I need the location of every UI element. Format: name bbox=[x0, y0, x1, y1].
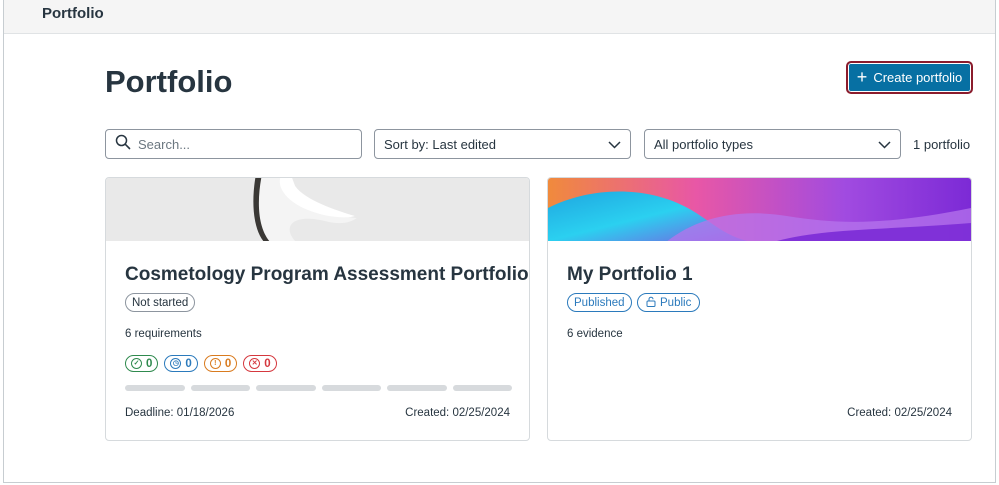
attention-count-chip: ! 0 bbox=[203, 355, 238, 372]
progress-segment bbox=[190, 385, 250, 391]
progress-bar bbox=[125, 385, 512, 391]
chevron-down-icon bbox=[608, 137, 621, 152]
complete-count: 0 bbox=[146, 357, 153, 370]
lock-open-icon bbox=[646, 296, 656, 310]
x-circle-icon: ✕ bbox=[249, 358, 261, 369]
complete-count-chip: ✓ 0 bbox=[125, 355, 159, 372]
created-date: Created: 02/25/2024 bbox=[847, 407, 952, 419]
search-input[interactable] bbox=[138, 136, 338, 152]
status-badge: Not started bbox=[125, 293, 196, 312]
card-title[interactable]: My Portfolio 1 bbox=[567, 264, 693, 286]
status-badge-label: Not started bbox=[132, 296, 189, 309]
progress-segment bbox=[387, 385, 447, 391]
requirements-count: 6 requirements bbox=[125, 328, 202, 340]
chevron-down-icon bbox=[878, 137, 891, 152]
search-box[interactable] bbox=[105, 129, 362, 159]
deadline-text: Deadline: 01/18/2026 bbox=[125, 407, 235, 419]
pending-count-chip: ◷ 0 bbox=[164, 355, 198, 372]
app-frame: Portfolio Portfolio + Create portfolio S… bbox=[3, 0, 996, 483]
card-banner-image bbox=[106, 178, 529, 241]
plus-icon: + bbox=[856, 66, 868, 87]
visibility-label: Public bbox=[660, 296, 692, 309]
progress-segment bbox=[321, 385, 381, 391]
created-date: Created: 02/25/2024 bbox=[405, 407, 510, 419]
evidence-count: 6 evidence bbox=[567, 328, 623, 340]
pending-count: 0 bbox=[185, 357, 192, 370]
status-badge-label: Published bbox=[574, 296, 625, 309]
rejected-count-chip: ✕ 0 bbox=[243, 355, 277, 372]
status-badge: Published bbox=[567, 293, 632, 312]
progress-segment bbox=[125, 385, 185, 391]
portfolio-card[interactable]: Cosmetology Program Assessment Portfolio… bbox=[105, 177, 530, 441]
rejected-count: 0 bbox=[264, 357, 271, 370]
requirement-status-row: ✓ 0 ◷ 0 ! 0 ✕ 0 bbox=[125, 355, 277, 372]
clock-icon: ◷ bbox=[170, 358, 182, 369]
card-banner-image bbox=[548, 178, 971, 241]
sort-select-value: Sort by: Last edited bbox=[384, 136, 497, 152]
check-circle-icon: ✓ bbox=[131, 358, 142, 369]
sort-select[interactable]: Sort by: Last edited bbox=[374, 129, 631, 159]
visibility-badge: Public bbox=[637, 293, 701, 312]
progress-segment bbox=[256, 385, 316, 391]
create-portfolio-label: Create portfolio bbox=[873, 70, 963, 85]
top-bar: Portfolio bbox=[4, 0, 995, 34]
portfolio-type-select[interactable]: All portfolio types bbox=[644, 129, 901, 159]
create-portfolio-button[interactable]: + Create portfolio bbox=[846, 61, 973, 94]
portfolio-count: 1 portfolio bbox=[913, 137, 971, 152]
type-select-value: All portfolio types bbox=[654, 136, 753, 152]
search-icon bbox=[115, 134, 131, 155]
attention-count: 0 bbox=[224, 357, 232, 370]
card-title[interactable]: Cosmetology Program Assessment Portfolio bbox=[125, 264, 529, 286]
warning-icon: ! bbox=[209, 358, 221, 369]
progress-segment bbox=[452, 385, 512, 391]
portfolio-card[interactable]: My Portfolio 1 Published Public 6 eviden… bbox=[547, 177, 972, 441]
page-title: Portfolio bbox=[105, 64, 233, 99]
topbar-title: Portfolio bbox=[42, 5, 104, 22]
